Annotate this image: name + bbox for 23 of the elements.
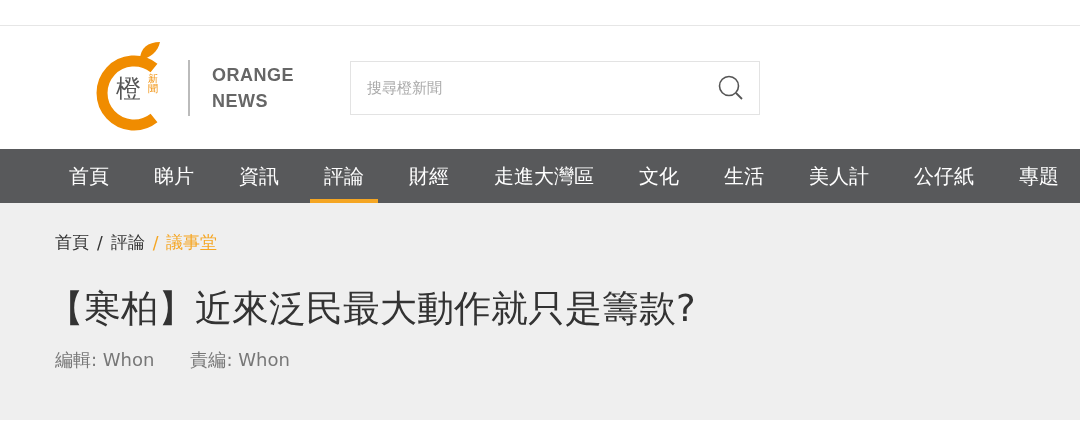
breadcrumb-link[interactable]: 評論	[110, 231, 145, 254]
nav-tab[interactable]: 財經	[395, 149, 463, 203]
breadcrumb-link[interactable]: 首頁	[55, 231, 89, 254]
nav-tab[interactable]: 資訊	[225, 149, 293, 203]
article-title: 【寒柏】近來泛民最大動作就只是籌款?	[47, 286, 697, 332]
logo-wordmark: ORANGE	[212, 63, 294, 87]
nav-tab[interactable]: 專題	[1005, 149, 1073, 203]
search-icon[interactable]	[718, 74, 744, 101]
nav-tab[interactable]: 文化	[625, 149, 693, 203]
nav-tab[interactable]: 美人計	[795, 149, 883, 203]
nav-tab[interactable]: 公仔紙	[900, 149, 988, 203]
article-meta: 責編: Whon	[190, 348, 290, 372]
nav-tab[interactable]: 首頁	[55, 149, 123, 203]
nav-tab[interactable]: 走進大灣區	[480, 149, 608, 203]
logo-subtext: 新聞	[148, 73, 158, 95]
nav-tab[interactable]: 睇片	[140, 149, 208, 203]
breadcrumb-separator: /	[97, 232, 103, 253]
nav-tab[interactable]: 生活	[710, 149, 778, 203]
search-field[interactable]: 搜尋橙新聞	[350, 60, 760, 115]
logo-character: 橙	[116, 72, 141, 105]
logo-wordmark: NEWS	[212, 89, 269, 113]
article-meta: 編輯: Whon	[55, 348, 155, 372]
breadcrumb-separator: /	[152, 232, 159, 253]
